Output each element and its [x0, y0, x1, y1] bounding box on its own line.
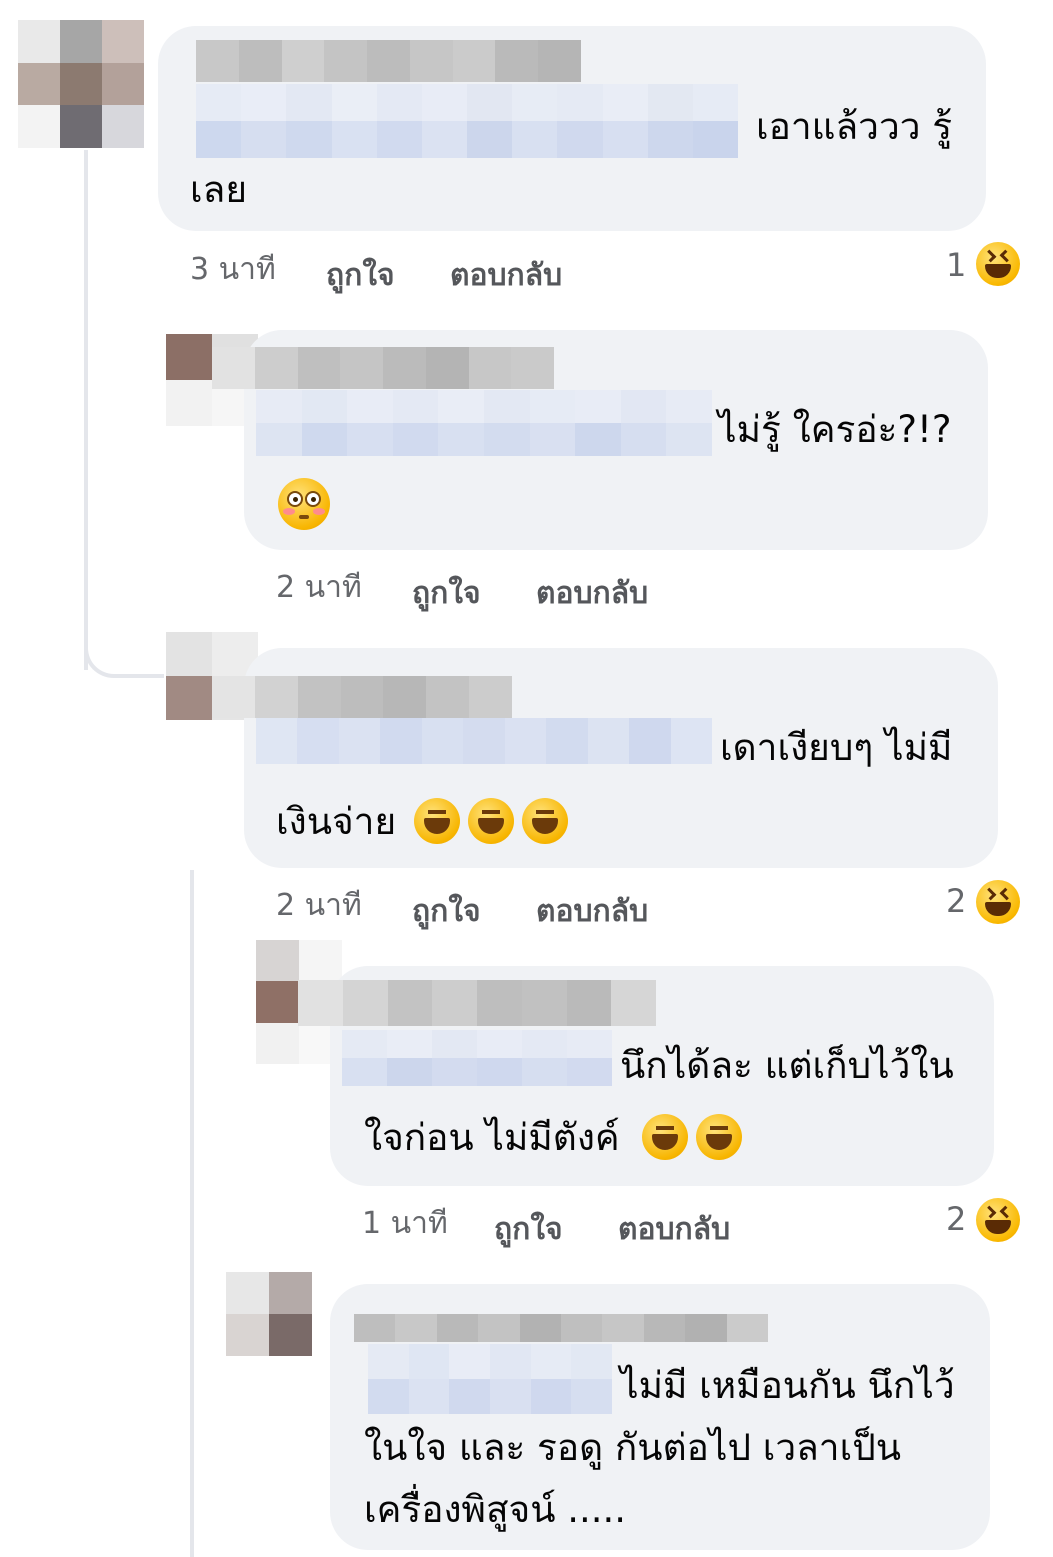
comment-text: เครื่องพิสูจน์ ..... [364, 1488, 627, 1531]
face-with-tears-of-joy [522, 798, 568, 844]
avatar[interactable] [18, 20, 144, 148]
like-button[interactable]: ถูกใจ [326, 252, 395, 299]
blurred-mention[interactable] [196, 84, 738, 158]
blurred-author-name[interactable] [212, 676, 512, 718]
comment-text: ไม่มี เหมือนกัน นึกไว้ [620, 1364, 955, 1407]
laughing-reaction-icon[interactable] [976, 1198, 1020, 1242]
blurred-mention[interactable] [342, 1030, 612, 1086]
like-button[interactable]: ถูกใจ [412, 570, 481, 617]
comment-text: เอาแล้ววว รู้ [756, 105, 953, 148]
like-button[interactable]: ถูกใจ [494, 1206, 563, 1253]
face-with-tears-of-joy [696, 1114, 742, 1160]
reaction-count[interactable]: 1 [946, 246, 966, 284]
face-with-tears-of-joy [642, 1114, 688, 1160]
like-button[interactable]: ถูกใจ [412, 888, 481, 935]
comment-text: เลย [190, 168, 247, 211]
blurred-mention[interactable] [256, 718, 712, 764]
thread-line [84, 150, 88, 670]
reply-button[interactable]: ตอบกลับ [536, 570, 648, 617]
blurred-author-name[interactable] [354, 1314, 768, 1342]
comment-text: เงินจ่าย [276, 800, 397, 843]
reply-button[interactable]: ตอบกลับ [536, 888, 648, 935]
reaction-count[interactable]: 2 [946, 882, 966, 920]
blurred-author-name[interactable] [196, 40, 581, 82]
blurred-mention[interactable] [256, 390, 712, 456]
comment-text: ในใจ และ รอดู กันต่อไป เวลาเป็น [364, 1426, 902, 1469]
laughing-reaction-icon[interactable] [976, 880, 1020, 924]
reaction-count[interactable]: 2 [946, 1200, 966, 1238]
face-with-tears-of-joy [468, 798, 514, 844]
blurred-author-name[interactable] [298, 980, 656, 1026]
laughing-reaction-icon[interactable] [976, 242, 1020, 286]
comment-time[interactable]: 3 นาที [190, 246, 276, 293]
thread-line-curve [84, 630, 164, 678]
comment-text: ไม่รู้ ใครอ่ะ?!? [718, 408, 952, 451]
blurred-mention[interactable] [368, 1344, 612, 1414]
comment-time[interactable]: 2 นาที [276, 882, 362, 929]
blurred-author-name[interactable] [212, 347, 554, 389]
reply-button[interactable]: ตอบกลับ [618, 1206, 730, 1253]
comment-text: ใจก่อน ไม่มีตังค์ [364, 1116, 620, 1159]
comment-text: นึกได้ละ แต่เก็บไว้ใน [620, 1044, 954, 1087]
reply-button[interactable]: ตอบกลับ [450, 252, 562, 299]
thread-line [190, 870, 194, 1557]
flushed-face-emoji [278, 478, 330, 530]
comment-text: เดาเงียบๆ ไม่มี [720, 726, 953, 769]
comment-time[interactable]: 1 นาที [362, 1200, 448, 1247]
comment-time[interactable]: 2 นาที [276, 564, 362, 611]
avatar[interactable] [226, 1272, 312, 1356]
face-with-tears-of-joy [414, 798, 460, 844]
